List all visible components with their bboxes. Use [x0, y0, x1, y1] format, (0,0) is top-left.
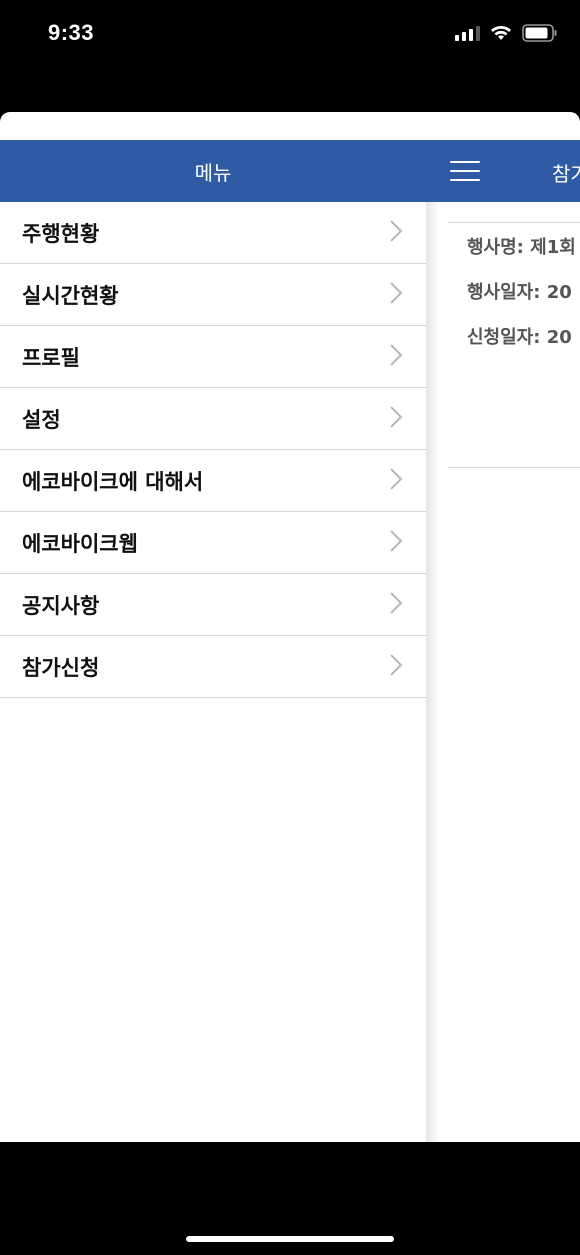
menu-list: 주행현황 실시간현황 프로필 설정 에코바이크에 대해서 에코바이크웹 공지사항… [0, 202, 426, 698]
menu-item-label: 실시간현황 [22, 283, 119, 308]
app-sheet: 참가 행사명: 제1회 행사일자: 20 신청일자: 20 메뉴 주행현황 실시… [0, 112, 580, 1142]
side-menu: 메뉴 주행현황 실시간현황 프로필 설정 에코바이크에 대해서 에코바이크웹 공… [0, 140, 426, 1142]
menu-item-notices[interactable]: 공지사항 [0, 574, 426, 636]
menu-item-registration[interactable]: 참가신청 [0, 636, 426, 698]
battery-icon [522, 24, 558, 42]
menu-item-settings[interactable]: 설정 [0, 388, 426, 450]
chevron-right-icon [390, 281, 403, 308]
event-date: 행사일자: 20 [467, 282, 572, 303]
menu-item-web[interactable]: 에코바이크웹 [0, 512, 426, 574]
chevron-right-icon [390, 405, 403, 432]
cellular-signal-icon [455, 25, 480, 41]
drawer-shadow [426, 202, 440, 1142]
wifi-icon [490, 25, 512, 41]
chevron-right-icon [390, 529, 403, 556]
menu-item-about[interactable]: 에코바이크에 대해서 [0, 450, 426, 512]
menu-item-label: 공지사항 [22, 593, 100, 618]
chevron-right-icon [390, 591, 403, 618]
event-card[interactable]: 행사명: 제1회 행사일자: 20 신청일자: 20 [448, 222, 580, 468]
status-time: 9:33 [48, 20, 95, 45]
status-icons [455, 24, 558, 42]
event-name: 행사명: 제1회 [467, 237, 576, 258]
side-menu-title: 메뉴 [194, 160, 232, 185]
apply-date: 신청일자: 20 [467, 327, 572, 348]
chevron-right-icon [390, 467, 403, 494]
chevron-right-icon [390, 219, 403, 246]
menu-item-label: 에코바이크웹 [22, 531, 138, 556]
chevron-right-icon [390, 653, 403, 680]
home-indicator[interactable] [186, 1236, 394, 1242]
main-panel: 참가 행사명: 제1회 행사일자: 20 신청일자: 20 [426, 140, 580, 1142]
menu-item-driving-status[interactable]: 주행현황 [0, 202, 426, 264]
menu-item-profile[interactable]: 프로필 [0, 326, 426, 388]
menu-item-label: 참가신청 [22, 655, 100, 680]
page-title: 참가 [552, 162, 580, 186]
side-menu-header: 메뉴 [0, 140, 426, 202]
hamburger-icon[interactable] [450, 161, 480, 181]
menu-item-label: 프로필 [22, 345, 80, 370]
menu-item-label: 주행현황 [22, 221, 100, 246]
menu-item-label: 설정 [22, 407, 61, 432]
status-bar: 9:33 [0, 0, 580, 70]
chevron-right-icon [390, 343, 403, 370]
menu-item-realtime-status[interactable]: 실시간현황 [0, 264, 426, 326]
menu-item-label: 에코바이크에 대해서 [22, 469, 204, 494]
main-header: 참가 [426, 140, 580, 202]
phone-screen: 9:33 참가 행사명: 제1회 행사일자: 20 신청일자: 20 메뉴 주행… [0, 0, 580, 1255]
